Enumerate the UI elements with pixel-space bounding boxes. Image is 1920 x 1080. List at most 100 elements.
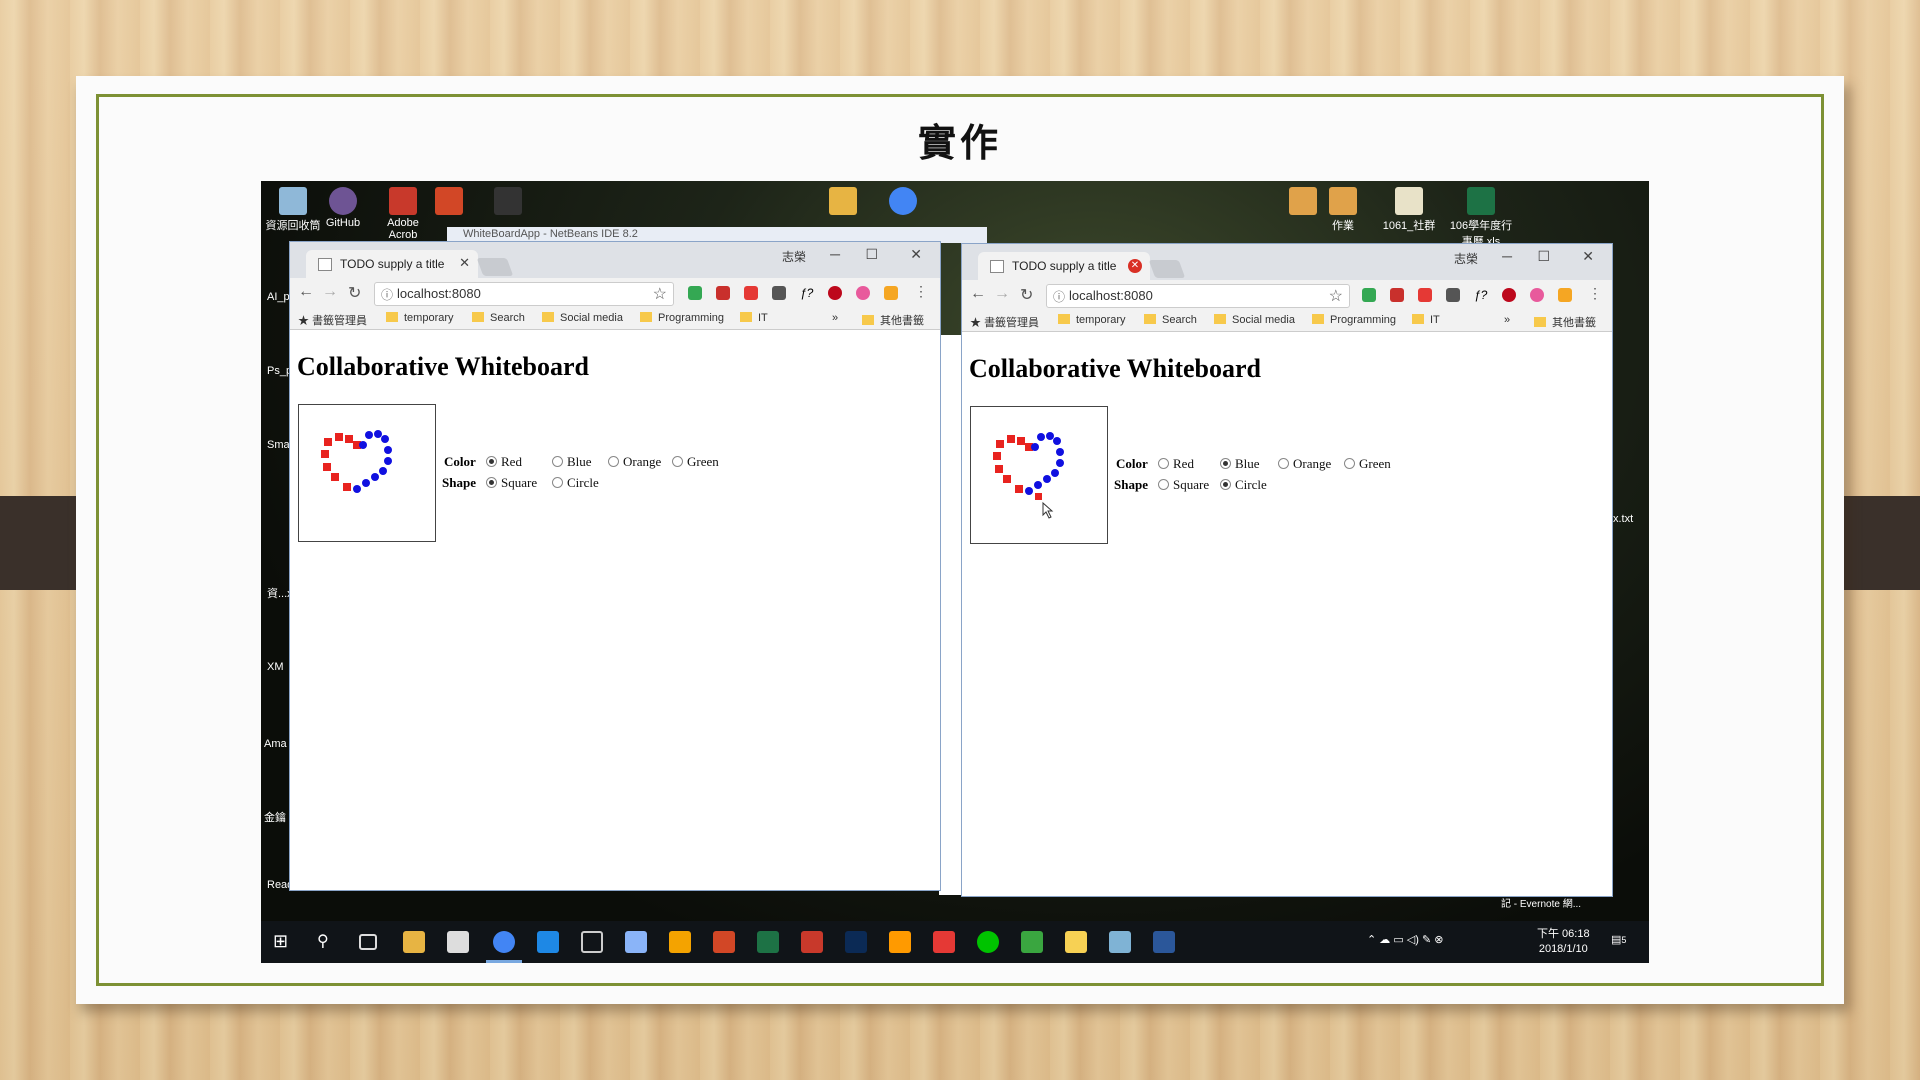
- extension-icon[interactable]: [1418, 288, 1432, 302]
- extension-icon[interactable]: [716, 286, 730, 300]
- evernote-extension-icon[interactable]: [1446, 288, 1460, 302]
- evernote-extension-icon[interactable]: [772, 286, 786, 300]
- rss-extension-icon[interactable]: [1558, 288, 1572, 302]
- bookmark-folder[interactable]: Programming: [1312, 314, 1396, 326]
- address-bar[interactable]: ⓘ localhost:8080 ☆: [1046, 284, 1350, 308]
- menu-dots-icon[interactable]: ⋮: [914, 283, 928, 300]
- reload-icon[interactable]: ↻: [1020, 285, 1033, 305]
- minimize-icon[interactable]: ─: [830, 246, 840, 262]
- bookmark-star-icon[interactable]: ☆: [653, 284, 667, 304]
- radio-color-orange[interactable]: Orange: [608, 454, 661, 470]
- close-tab-icon[interactable]: ✕: [459, 255, 470, 271]
- drive-extension-icon[interactable]: [688, 286, 702, 300]
- bookmark-manager-link[interactable]: ★ 書籤管理員: [970, 314, 1039, 330]
- radio-shape-circle[interactable]: Circle: [552, 475, 599, 491]
- radio-color-blue[interactable]: Blue: [1220, 456, 1260, 472]
- acrobat-taskbar-icon[interactable]: [801, 931, 823, 953]
- extension-icon[interactable]: [856, 286, 870, 300]
- back-arrow-icon[interactable]: ←: [298, 283, 314, 301]
- homework-folder-icon[interactable]: 作業: [1313, 187, 1373, 233]
- radio-color-blue[interactable]: Blue: [552, 454, 592, 470]
- xmind-icon[interactable]: [933, 931, 955, 953]
- radio-color-orange[interactable]: Orange: [1278, 456, 1331, 472]
- close-window-icon[interactable]: ✕: [910, 246, 922, 263]
- illustrator-icon[interactable]: [889, 931, 911, 953]
- new-tab-button[interactable]: [476, 258, 514, 276]
- tray-icons[interactable]: ⌃ ☁ ▭ ◁) ✎ ⊗: [1367, 933, 1443, 948]
- bookmark-star-icon[interactable]: ☆: [1329, 286, 1343, 306]
- drive-extension-icon[interactable]: [1362, 288, 1376, 302]
- powerpoint-icon[interactable]: [713, 931, 735, 953]
- bookmark-folder[interactable]: Search: [472, 312, 525, 324]
- radio-shape-circle[interactable]: Circle: [1220, 477, 1267, 493]
- word-icon[interactable]: [1153, 931, 1175, 953]
- bookmark-folder[interactable]: IT: [740, 312, 768, 324]
- chrome-shortcut-icon[interactable]: [873, 187, 933, 217]
- browser-tab[interactable]: TODO supply a title ✕: [306, 250, 478, 278]
- video-file-icon[interactable]: [478, 187, 538, 217]
- powerpoint-file-icon[interactable]: [419, 187, 479, 217]
- whiteboard-canvas[interactable]: [298, 404, 436, 542]
- extension-icon[interactable]: [744, 286, 758, 300]
- line-icon[interactable]: [977, 931, 999, 953]
- file-explorer-icon[interactable]: [403, 931, 425, 953]
- bookmark-folder[interactable]: Programming: [640, 312, 724, 324]
- windows-start-icon[interactable]: ⊞: [273, 931, 295, 953]
- back-arrow-icon[interactable]: ←: [970, 285, 986, 303]
- bookmark-folder[interactable]: Social media: [1214, 314, 1295, 326]
- formula-extension-icon[interactable]: ƒ?: [1474, 288, 1488, 302]
- edge-icon[interactable]: [537, 931, 559, 953]
- menu-dots-icon[interactable]: ⋮: [1588, 285, 1602, 302]
- formula-extension-icon[interactable]: ƒ?: [800, 286, 814, 300]
- excel-calendar-icon[interactable]: 106學年度行事曆.xls: [1445, 187, 1517, 249]
- extension-icon[interactable]: [1390, 288, 1404, 302]
- folder-icon[interactable]: [813, 187, 873, 217]
- github-icon[interactable]: GitHub: [313, 187, 373, 229]
- profile-user[interactable]: 志榮: [1454, 250, 1478, 267]
- photoshop-icon[interactable]: [845, 931, 867, 953]
- window-app-icon[interactable]: [581, 931, 603, 953]
- bookmark-folder[interactable]: 其他書籤: [1534, 314, 1596, 330]
- sticky-notes-icon[interactable]: [1065, 931, 1087, 953]
- pinterest-extension-icon[interactable]: [1502, 288, 1516, 302]
- app-icon[interactable]: [1109, 931, 1131, 953]
- chrome-icon[interactable]: [493, 931, 515, 953]
- clock[interactable]: 下午 06:18 2018/1/10: [1537, 927, 1590, 957]
- search-icon[interactable]: ⚲: [317, 931, 339, 953]
- address-bar[interactable]: ⓘ localhost:8080 ☆: [374, 282, 674, 306]
- bookmark-folder[interactable]: temporary: [386, 312, 454, 324]
- bookmark-manager-link[interactable]: ★ 書籤管理員: [298, 312, 367, 328]
- browser-tab[interactable]: TODO supply a title ✕: [978, 252, 1150, 280]
- extension-icon[interactable]: [1530, 288, 1544, 302]
- bookmark-folder[interactable]: 其他書籤: [862, 312, 924, 328]
- new-tab-button[interactable]: [1148, 260, 1186, 278]
- excel-icon[interactable]: [757, 931, 779, 953]
- notification-center-icon[interactable]: ▤5: [1611, 933, 1626, 948]
- sublime-icon[interactable]: [669, 931, 691, 953]
- bookmark-folder[interactable]: Social media: [542, 312, 623, 324]
- close-window-icon[interactable]: ✕: [1582, 248, 1594, 265]
- calendar-icon[interactable]: [447, 931, 469, 953]
- close-tab-icon[interactable]: ✕: [1128, 259, 1142, 273]
- community-file-icon[interactable]: 1061_社群: [1379, 187, 1439, 233]
- radio-color-red[interactable]: Red: [486, 454, 522, 470]
- bookmark-folder[interactable]: Search: [1144, 314, 1197, 326]
- pinterest-extension-icon[interactable]: [828, 286, 842, 300]
- radio-shape-square[interactable]: Square: [486, 475, 537, 491]
- radio-shape-square[interactable]: Square: [1158, 477, 1209, 493]
- task-view-icon[interactable]: [359, 934, 377, 950]
- radio-color-green[interactable]: Green: [1344, 456, 1391, 472]
- profile-user[interactable]: 志榮: [782, 248, 806, 265]
- radio-color-red[interactable]: Red: [1158, 456, 1194, 472]
- minimize-icon[interactable]: ─: [1502, 248, 1512, 264]
- bookmark-folder[interactable]: IT: [1412, 314, 1440, 326]
- forward-arrow-icon[interactable]: →: [994, 285, 1010, 303]
- reload-icon[interactable]: ↻: [348, 283, 361, 303]
- bookmark-folder[interactable]: temporary: [1058, 314, 1126, 326]
- maximize-icon[interactable]: ☐: [1537, 248, 1550, 265]
- forward-arrow-icon[interactable]: →: [322, 283, 338, 301]
- rss-extension-icon[interactable]: [884, 286, 898, 300]
- bookmarks-overflow[interactable]: »: [832, 312, 838, 324]
- app-icon[interactable]: [1021, 931, 1043, 953]
- box-app-icon[interactable]: [625, 931, 647, 953]
